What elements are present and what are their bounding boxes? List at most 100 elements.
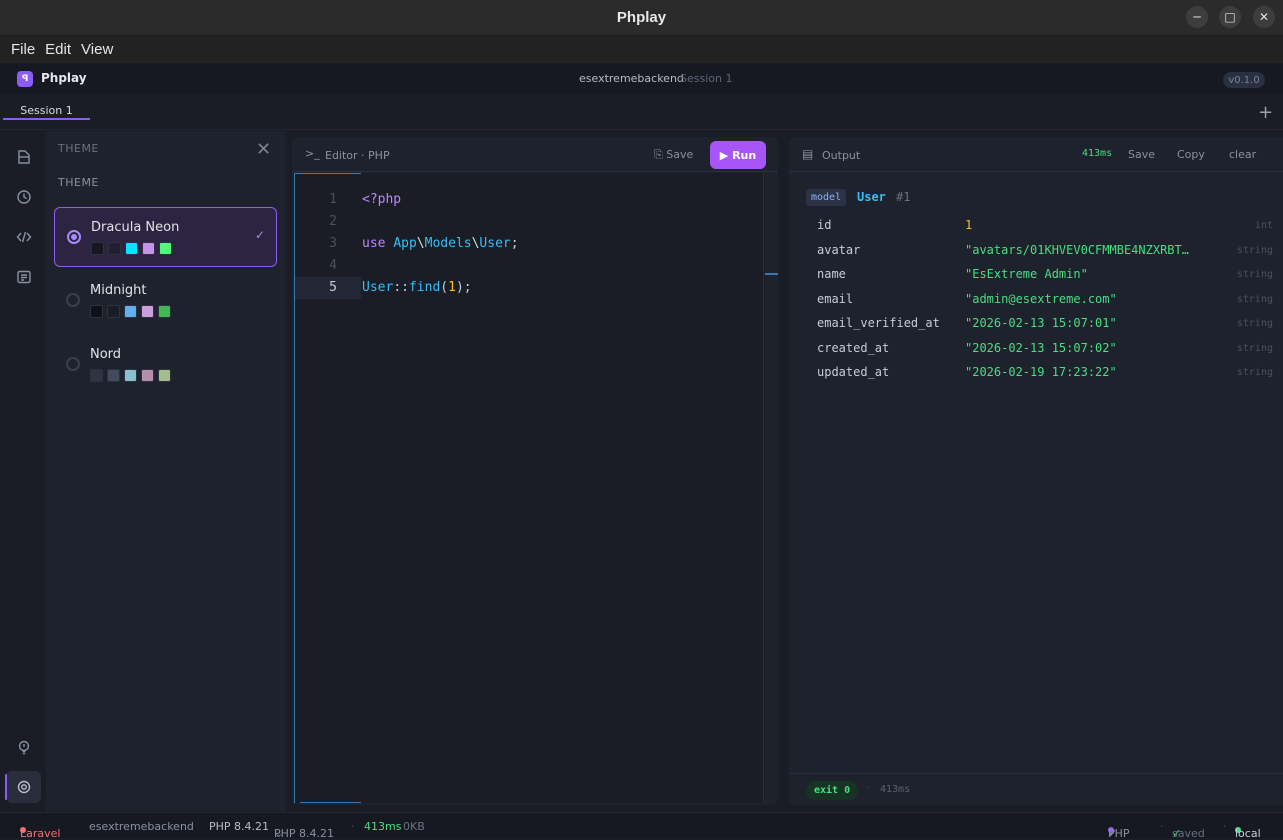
document-icon bbox=[17, 270, 31, 284]
check-icon: ✓ bbox=[1108, 827, 1118, 840]
property-row: updated_at "2026-02-19 17:23:22" string bbox=[817, 365, 1273, 387]
ns-app: App bbox=[393, 236, 417, 251]
property-key: avatar bbox=[817, 243, 861, 257]
swatch bbox=[108, 242, 121, 255]
menu-view[interactable]: View bbox=[77, 41, 117, 58]
output-footer: exit 0 · 413ms bbox=[789, 773, 1283, 805]
property-type: string bbox=[1236, 294, 1273, 305]
files-button[interactable] bbox=[14, 147, 34, 167]
ns-models: Models bbox=[424, 236, 472, 251]
property-row: name "EsExtreme Admin" string bbox=[817, 267, 1273, 289]
gutter-top-line bbox=[295, 173, 361, 174]
property-row: id 1 int bbox=[817, 218, 1273, 240]
tips-button[interactable] bbox=[14, 737, 34, 757]
line-number: 4 bbox=[329, 258, 337, 273]
copy-button[interactable]: Copy bbox=[1177, 148, 1205, 161]
theme-panel-heading: THEME bbox=[58, 142, 99, 155]
property-value: "2026-02-13 15:07:02" bbox=[965, 341, 1117, 355]
run-button[interactable]: ▶ Run bbox=[710, 141, 766, 169]
theme-swatches bbox=[90, 369, 171, 382]
window-titlebar: Phplay ─ □ ✕ bbox=[0, 0, 1283, 36]
files-icon bbox=[18, 150, 30, 164]
app-name: Phplay bbox=[41, 71, 87, 85]
keyword-use: use bbox=[362, 236, 386, 251]
settings-button[interactable] bbox=[14, 777, 34, 797]
session-tabs: Session 1 + bbox=[0, 94, 1283, 130]
class-user: User bbox=[362, 280, 394, 295]
swatch bbox=[90, 305, 103, 318]
maximize-button[interactable]: □ bbox=[1219, 6, 1241, 28]
theme-option-nord[interactable]: Nord bbox=[54, 335, 277, 395]
menu-file[interactable]: File bbox=[7, 41, 39, 58]
snippets-button[interactable] bbox=[14, 227, 34, 247]
add-session-button[interactable]: + bbox=[1258, 102, 1273, 123]
history-button[interactable] bbox=[14, 187, 34, 207]
code-line-3: use App\Models\User; bbox=[362, 236, 519, 251]
property-type: string bbox=[1236, 343, 1273, 354]
close-icon: ✕ bbox=[256, 139, 272, 160]
minimize-icon: ─ bbox=[1193, 10, 1201, 24]
tab-session-1[interactable]: Session 1 bbox=[3, 104, 90, 120]
gutter-bottom-line bbox=[300, 802, 361, 803]
exit-code-badge: exit 0 bbox=[806, 781, 859, 800]
code-line-1: <?php bbox=[362, 192, 401, 207]
theme-option-midnight[interactable]: Midnight bbox=[54, 271, 277, 331]
editor-scrollbar[interactable] bbox=[763, 173, 764, 803]
editor-save-button[interactable]: ⎘ Save bbox=[654, 148, 693, 162]
swatch bbox=[158, 369, 171, 382]
window-title: Phplay bbox=[616, 9, 667, 26]
model-id: #1 bbox=[896, 190, 911, 204]
code-line-5: User::find(1); bbox=[362, 280, 472, 295]
clear-button[interactable]: clear bbox=[1229, 148, 1256, 161]
property-key: updated_at bbox=[817, 365, 890, 379]
theme-name: Midnight bbox=[90, 283, 147, 298]
theme-panel: THEME ✕ THEME Dracula Neon ✓ Midnight No… bbox=[46, 131, 286, 811]
property-row: avatar "avatars/01KHVEV0CFMMBE4NZXRBT… s… bbox=[817, 243, 1273, 265]
radio-selected bbox=[67, 230, 81, 244]
minimize-button[interactable]: ─ bbox=[1186, 6, 1208, 28]
footer-time: 413ms bbox=[880, 784, 911, 795]
swatch bbox=[159, 242, 172, 255]
number-arg: 1 bbox=[448, 280, 456, 295]
output-icon: ▤ bbox=[802, 147, 814, 161]
close-window-button[interactable]: ✕ bbox=[1253, 6, 1275, 28]
status-time: 413ms bbox=[364, 820, 402, 833]
logs-button[interactable] bbox=[14, 267, 34, 287]
theme-section-label: THEME bbox=[58, 176, 99, 189]
property-type: int bbox=[1254, 220, 1273, 231]
editor-header: >_ Editor · PHP ⎘ Save ▶ Run bbox=[292, 137, 778, 172]
close-theme-panel-button[interactable]: ✕ bbox=[256, 139, 271, 160]
property-type: string bbox=[1236, 245, 1273, 256]
menu-edit[interactable]: Edit bbox=[41, 41, 75, 58]
saved-label: saved bbox=[1172, 827, 1205, 840]
property-key: created_at bbox=[817, 341, 890, 355]
swatch bbox=[142, 242, 155, 255]
line-number: 2 bbox=[329, 214, 337, 229]
paren-close: ); bbox=[455, 280, 472, 295]
terminal-icon: >_ bbox=[305, 147, 320, 160]
scope-operator: :: bbox=[393, 280, 409, 295]
property-type: string bbox=[1236, 269, 1273, 280]
property-value: "2026-02-13 15:07:01" bbox=[965, 316, 1117, 330]
app-logo-icon: ꟼ bbox=[17, 71, 33, 87]
property-row: email "admin@esextreme.com" string bbox=[817, 292, 1273, 314]
theme-name: Dracula Neon bbox=[91, 220, 180, 235]
code-editor[interactable]: 1 2 3 4 5 <?php use App\Models\User; Use… bbox=[294, 173, 765, 803]
output-save-button[interactable]: Save bbox=[1128, 148, 1155, 161]
property-value: 1 bbox=[965, 218, 973, 232]
framework-label: Laravel bbox=[20, 827, 61, 840]
separator-dot: · bbox=[1223, 820, 1227, 833]
output-panel: ▤ Output 413ms Save Copy clear model Use… bbox=[789, 137, 1283, 805]
sidebar-rail bbox=[0, 131, 46, 811]
separator-dot: · bbox=[1160, 820, 1164, 833]
radio-unselected bbox=[66, 357, 80, 371]
gear-icon bbox=[17, 780, 31, 794]
swatch bbox=[107, 369, 120, 382]
theme-option-dracula-neon[interactable]: Dracula Neon ✓ bbox=[54, 207, 277, 267]
swatch bbox=[124, 369, 137, 382]
editor-panel: >_ Editor · PHP ⎘ Save ▶ Run 1 2 3 4 5 <… bbox=[292, 137, 778, 805]
property-key: name bbox=[817, 267, 846, 281]
maximize-icon: □ bbox=[1224, 10, 1236, 24]
ns-user: User bbox=[479, 236, 511, 251]
clock-icon bbox=[17, 190, 31, 204]
